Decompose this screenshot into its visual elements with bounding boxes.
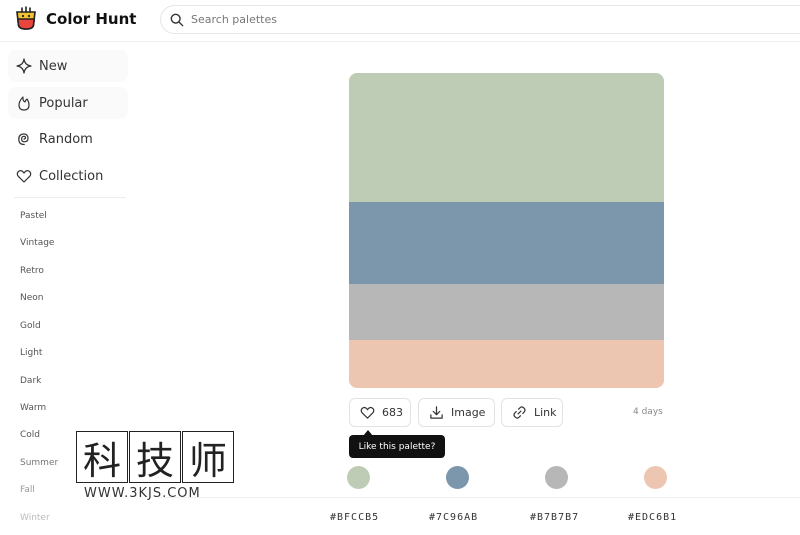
watermark-url: WWW.3KJS.COM	[84, 486, 201, 501]
tag-vintage[interactable]: Vintage	[20, 238, 54, 248]
swatch-2[interactable]	[349, 202, 664, 284]
spiral-icon	[18, 133, 29, 146]
search-input[interactable]	[191, 13, 691, 26]
like-tooltip: Like this palette?	[349, 435, 445, 458]
download-icon	[430, 406, 443, 419]
watermark-char-1: 科	[76, 431, 128, 483]
sparkle-icon	[16, 58, 32, 74]
nav-item-collection[interactable]: Collection	[8, 160, 128, 192]
palette-card[interactable]	[349, 73, 664, 388]
tag-winter[interactable]: Winter	[20, 513, 50, 523]
color-hunt-logo[interactable]	[14, 6, 38, 32]
search-bar[interactable]	[160, 5, 800, 34]
tag-warm[interactable]: Warm	[20, 403, 46, 413]
heart-icon	[360, 406, 375, 419]
color-dot-4[interactable]	[644, 466, 667, 489]
tag-dark[interactable]: Dark	[20, 376, 41, 386]
watermark-char-2: 技	[129, 431, 181, 483]
tag-pastel[interactable]: Pastel	[20, 211, 47, 221]
tag-neon[interactable]: Neon	[20, 293, 43, 303]
color-dot-1[interactable]	[347, 466, 370, 489]
swatch-1[interactable]	[349, 73, 664, 202]
hex-code-3[interactable]: #B7B7B7	[530, 512, 579, 523]
color-dot-3[interactable]	[545, 466, 568, 489]
hex-code-4[interactable]: #EDC6B1	[628, 512, 677, 523]
nav-item-popular[interactable]: Popular	[8, 87, 128, 119]
hex-row-divider	[160, 497, 800, 498]
link-button-label: Link	[534, 406, 557, 419]
sidebar-divider	[14, 197, 126, 198]
nav-label-collection: Collection	[39, 168, 104, 184]
nav-item-new[interactable]: New	[8, 50, 128, 82]
link-icon	[513, 406, 526, 419]
hex-code-1[interactable]: #BFCCB5	[330, 512, 379, 523]
image-button-label: Image	[451, 406, 486, 419]
nav-item-random[interactable]: Random	[8, 123, 128, 155]
nav-label-random: Random	[39, 131, 93, 147]
tag-retro[interactable]: Retro	[20, 266, 44, 276]
palette-age: 4 days	[633, 407, 663, 417]
logo-cup-icon	[16, 6, 36, 30]
tag-summer[interactable]: Summer	[20, 458, 58, 468]
swatch-3[interactable]	[349, 284, 664, 340]
app-name[interactable]: Color Hunt	[46, 10, 136, 28]
swatch-4[interactable]	[349, 340, 664, 388]
hex-code-2[interactable]: #7C96AB	[429, 512, 478, 523]
nav-label-new: New	[39, 58, 68, 74]
like-count: 683	[382, 406, 403, 419]
flame-icon	[18, 96, 30, 111]
color-dot-2[interactable]	[446, 466, 469, 489]
tag-fall[interactable]: Fall	[20, 485, 35, 495]
tag-light[interactable]: Light	[20, 348, 42, 358]
tag-cold[interactable]: Cold	[20, 430, 40, 440]
image-button[interactable]: Image	[418, 398, 495, 427]
heart-icon	[16, 170, 32, 183]
link-button[interactable]: Link	[501, 398, 563, 427]
header-divider	[0, 41, 800, 42]
nav-label-popular: Popular	[39, 95, 88, 111]
watermark-char-3: 师	[182, 431, 234, 483]
watermark: 科 技 师 WWW.3KJS.COM	[76, 431, 234, 501]
tag-gold[interactable]: Gold	[20, 321, 41, 331]
like-button[interactable]: 683	[349, 398, 411, 427]
search-icon	[170, 13, 184, 26]
